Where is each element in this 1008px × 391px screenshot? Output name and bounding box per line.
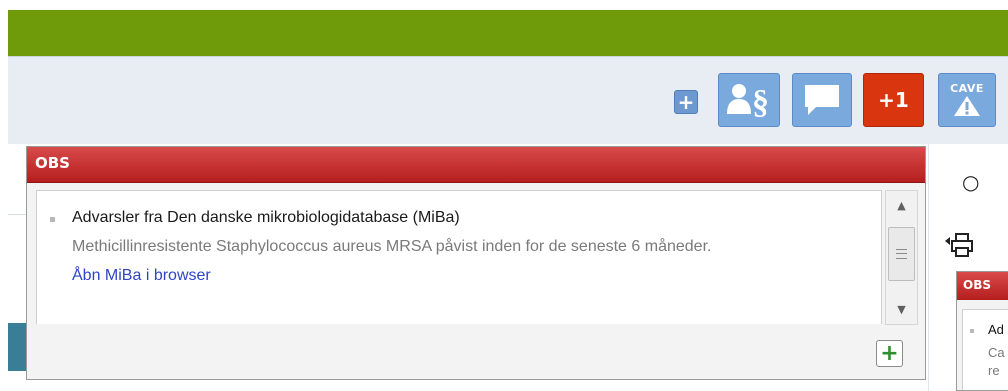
plus-icon: + [677,90,695,114]
warning-triangle-icon [954,95,980,116]
header-bar [8,10,1008,56]
svg-text:§: § [752,84,769,120]
open-miba-link[interactable]: Åbn MiBa i browser [72,266,881,286]
list-bullet [50,217,55,222]
scroll-thumb[interactable] [888,227,915,281]
obs-count-button[interactable]: +1 [863,73,924,127]
list-item: Advarsler fra Den danske mikrobiologidat… [37,191,881,286]
add-obs-button[interactable]: + [876,340,903,367]
obs-count-label: +1 [878,88,909,112]
list-bullet [970,329,974,333]
scrollbar[interactable]: ▲ ▼ [885,190,918,325]
drop-icon[interactable]: ○ [962,170,979,194]
cave-button[interactable]: CAVE [938,73,996,127]
divider [8,214,26,215]
mini-item-title: Ad [988,322,1004,337]
cave-label: CAVE [950,81,984,95]
top-margin [0,0,1008,10]
popup-content: Advarsler fra Den danske mikrobiologidat… [36,190,882,325]
item-description: Methicillinresistente Staphylococcus aur… [72,238,712,255]
grip-icon [896,249,907,259]
mini-desc-line: Ca [988,345,1005,360]
person-paragraph-icon: § [727,84,769,120]
left-tab-strip [8,323,26,371]
mini-popup-content: Ad Ca re [962,309,1008,390]
content-bottom-cover [36,324,882,332]
mini-item-description: Ca re [988,344,1005,380]
toolbar [8,56,1008,144]
plus-icon: + [880,340,899,366]
mini-popup-title: OBS [957,272,1008,300]
obs-popup: OBS Advarsler fra Den danske mikrobiolog… [26,146,926,380]
print-icon[interactable] [944,232,974,258]
scroll-up-icon[interactable]: ▲ [888,193,915,217]
speech-bubble-icon [805,85,839,115]
scroll-down-icon[interactable]: ▼ [888,297,915,321]
mini-desc-line: re [988,363,1000,378]
add-small-button[interactable]: + [674,90,698,114]
messages-button[interactable] [792,73,852,127]
popup-title: OBS [27,147,925,183]
patient-rights-button[interactable]: § [718,73,780,127]
obs-popup-secondary: OBS Ad Ca re [956,271,1008,391]
item-title: Advarsler fra Den danske mikrobiologidat… [72,209,460,226]
